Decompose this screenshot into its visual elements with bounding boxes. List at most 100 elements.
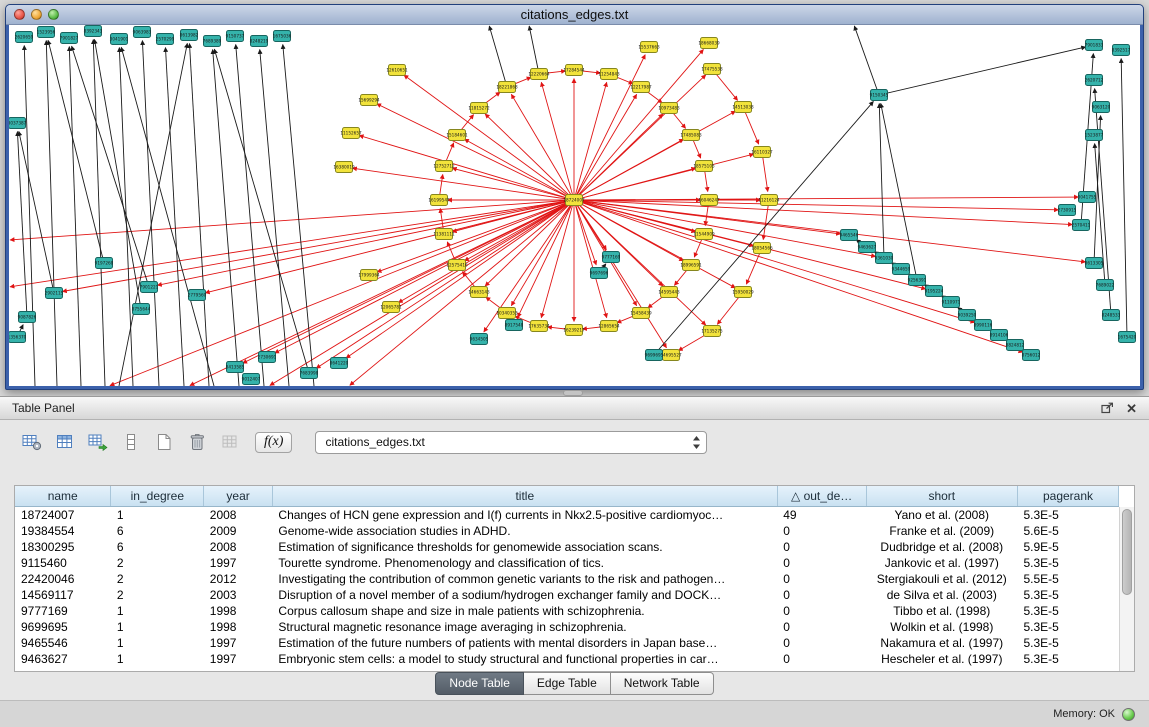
graph-node[interactable]: 9634505 [470,334,489,345]
graph-node[interactable]: 7901827 [60,33,79,44]
graph-node[interactable]: 14513038 [732,102,754,113]
graph-node[interactable]: 12220664 [528,69,550,80]
graph-node[interactable]: 2779560 [188,290,207,301]
table-settings-button[interactable] [20,432,44,452]
graph-node[interactable]: 1675420 [1118,332,1137,343]
graph-node[interactable]: 8392517 [1112,45,1131,56]
delete-columns-button[interactable] [185,432,209,452]
graph-node[interactable]: 10973483 [658,103,680,114]
graph-node[interactable]: 9465546 [840,230,859,241]
select-columns-button[interactable] [53,432,77,452]
graph-node[interactable]: 12065781 [380,302,402,313]
graph-node[interactable]: 9039250 [958,310,977,321]
fx-button[interactable]: f(x) [255,432,292,453]
graph-node[interactable]: 17284544 [563,65,585,76]
graph-node[interactable]: 7683998 [300,368,319,379]
graph-node[interactable]: 1523877 [1085,130,1104,141]
graph-node[interactable]: 11216124 [758,195,780,206]
graph-node[interactable]: 9344659 [892,264,911,275]
graph-node[interactable]: 2570299 [156,34,175,45]
table-row[interactable]: 946362711997Embryonic stem cells: a mode… [15,651,1119,667]
graph-node[interactable]: 9361030 [875,253,894,264]
table-scrollbar[interactable] [1119,507,1134,671]
graph-node[interactable]: 8824812 [1006,340,1025,351]
graph-node[interactable]: 3041755 [1078,192,1097,203]
graph-node[interactable]: 9150737 [226,31,245,42]
column-header-in_degree[interactable]: in_degree [111,486,204,506]
graph-node[interactable]: 8248219 [250,36,269,47]
graph-node[interactable]: 14695527 [660,350,682,361]
graph-node[interactable]: 8914106 [990,330,1009,341]
graph-node[interactable]: 15458439 [630,308,652,319]
table-scrollbar-thumb[interactable] [1122,509,1132,595]
table-row[interactable]: 946554611997Estimation of the future num… [15,635,1119,651]
graph-node[interactable]: 9197268 [95,258,114,269]
import-table-button[interactable] [86,432,110,452]
graph-node[interactable]: 15184601 [446,130,468,141]
graph-node[interactable]: 18054566 [751,243,773,254]
graph-node[interactable]: 16239217 [563,325,585,336]
column-header-title[interactable]: title [272,486,777,506]
graph-node[interactable]: 18724007 [563,195,585,206]
new-column-button[interactable] [152,432,176,452]
column-header-name[interactable]: name [15,486,111,506]
graph-node[interactable]: 16380019 [333,162,355,173]
graph-node[interactable]: 15537663 [638,42,660,53]
graph-node[interactable]: 11544909 [693,229,715,240]
graph-node[interactable]: 12865654 [598,321,620,332]
table-row[interactable]: 1830029562008Estimation of significance … [15,539,1119,555]
graph-node[interactable]: 7901833 [1085,40,1104,51]
graph-node[interactable]: 2902115 [45,288,64,299]
table-row[interactable]: 2242004622012Investigating the contribut… [15,571,1119,587]
graph-node[interactable]: 16046247 [698,195,720,206]
graph-node[interactable]: 17485083 [680,130,702,141]
table-row[interactable]: 977716911998Corpus callosum shape and si… [15,603,1119,619]
table-row[interactable]: 1456911722003Disruption of a novel membe… [15,587,1119,603]
graph-node[interactable]: 7689389 [203,36,222,47]
graph-node[interactable]: 10340353 [496,308,518,319]
table-row[interactable]: 1872400712008Changes of HCN gene express… [15,506,1119,523]
graph-node[interactable]: 9256391 [908,275,927,286]
graph-node[interactable]: 7901221 [140,282,159,293]
tab-edge-table[interactable]: Edge Table [524,672,611,695]
graph-node[interactable]: 12217987 [630,82,652,93]
graph-node[interactable]: 16110327 [751,147,773,158]
close-panel-icon[interactable]: ✕ [1126,402,1137,415]
column-header-pagerank[interactable]: pagerank [1018,486,1119,506]
minimize-button[interactable] [31,9,42,20]
column-header-year[interactable]: year [204,486,273,506]
graph-node[interactable]: 8917548 [505,320,524,331]
graph-node[interactable]: 8755644 [132,304,151,315]
graph-node[interactable]: 9195224 [925,286,944,297]
tab-node-table[interactable]: Node Table [435,672,524,695]
graph-node[interactable]: 8641220 [330,358,349,369]
graph-node[interactable]: 17999364 [358,270,380,281]
network-titlebar[interactable]: citations_edges.txt [6,5,1143,25]
rows-button[interactable] [119,432,143,452]
table-row[interactable]: 1938455462009Genome-wide association stu… [15,523,1119,539]
graph-node[interactable]: 2620712 [1085,75,1104,86]
graph-node[interactable]: 3041901 [110,34,129,45]
graph-node[interactable]: 9699695 [645,350,664,361]
graph-node[interactable]: 14595443 [658,287,680,298]
graph-node[interactable]: 8613982 [180,30,199,41]
table-selector-combo[interactable]: citations_edges.txt [315,431,707,454]
graph-node[interactable]: 17635734 [528,321,550,332]
graph-node[interactable]: 9463627 [858,242,877,253]
tab-network-table[interactable]: Network Table [611,672,714,695]
graph-node[interactable]: 1523956 [37,27,56,38]
graph-node[interactable]: 3037387 [9,118,27,129]
table-row[interactable]: 969969511998Structural magnetic resonanc… [15,619,1119,635]
graph-node[interactable]: 2570411 [1072,220,1091,231]
graph-node[interactable]: 17135275 [701,326,723,337]
graph-node[interactable]: 9063120 [1092,102,1111,113]
float-panel-icon[interactable] [1101,402,1114,414]
graph-node[interactable]: 12610651 [386,65,408,76]
graph-node[interactable]: 18668039 [698,38,720,49]
graph-node[interactable]: 2620659 [15,32,34,43]
graph-node[interactable]: 11381111 [433,229,455,240]
graph-node[interactable]: 7689022 [1096,280,1115,291]
graph-node[interactable]: 11815272 [468,103,490,114]
graph-node[interactable]: 18221868 [496,82,518,93]
graph-node[interactable]: 9012407 [242,374,261,385]
